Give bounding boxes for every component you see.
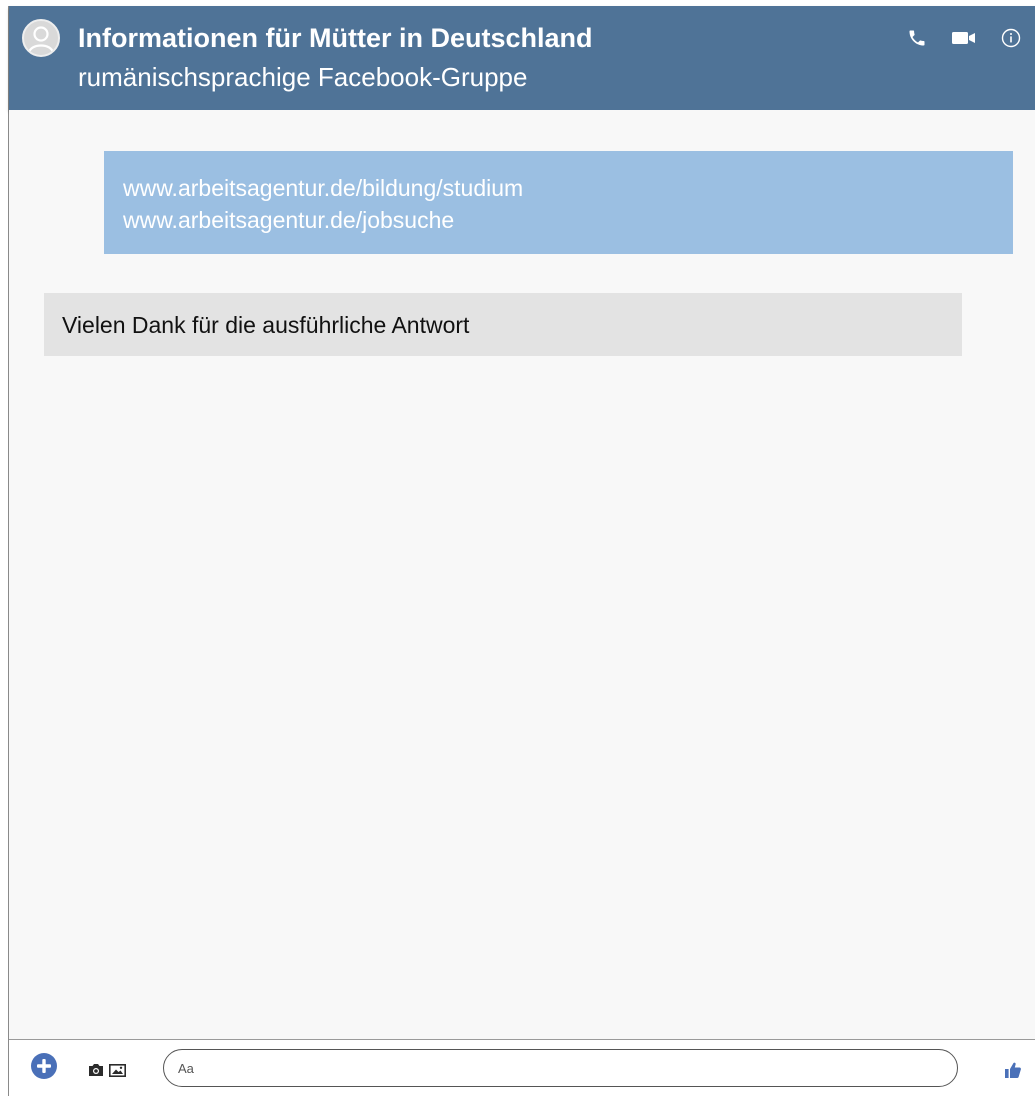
info-icon[interactable]: [999, 26, 1023, 50]
message-input[interactable]: [178, 1056, 938, 1080]
phone-icon[interactable]: [905, 26, 929, 50]
person-icon: [27, 26, 55, 54]
gallery-icon[interactable]: [109, 1063, 126, 1077]
message-text: Vielen Dank für die ausführliche Antwort: [62, 312, 470, 338]
message-list[interactable]: www.arbeitsagentur.de/bildung/studium ww…: [9, 110, 1035, 1039]
chat-subtitle: rumänischsprachige Facebook-Gruppe: [78, 62, 528, 92]
chat-title: Informationen für Mütter in Deutschland: [78, 23, 593, 53]
avatar[interactable]: [22, 19, 60, 57]
chat-window: Informationen für Mütter in Deutschland …: [8, 6, 1035, 1097]
plus-icon[interactable]: [31, 1053, 57, 1079]
message-bubble-sent: www.arbeitsagentur.de/bildung/studium ww…: [104, 151, 1013, 254]
message-text[interactable]: www.arbeitsagentur.de/jobsuche: [123, 204, 994, 236]
message-text[interactable]: www.arbeitsagentur.de/bildung/studium: [123, 172, 994, 204]
video-camera-icon[interactable]: [952, 26, 976, 50]
message-bubble-received: Vielen Dank für die ausführliche Antwort: [44, 293, 962, 356]
camera-icon[interactable]: [88, 1063, 104, 1077]
thumbs-up-icon[interactable]: [1004, 1061, 1022, 1079]
header-actions: [882, 26, 1023, 50]
chat-header: Informationen für Mütter in Deutschland …: [9, 6, 1035, 110]
composer-bar: [9, 1039, 1035, 1097]
message-input-wrapper[interactable]: [163, 1049, 958, 1087]
